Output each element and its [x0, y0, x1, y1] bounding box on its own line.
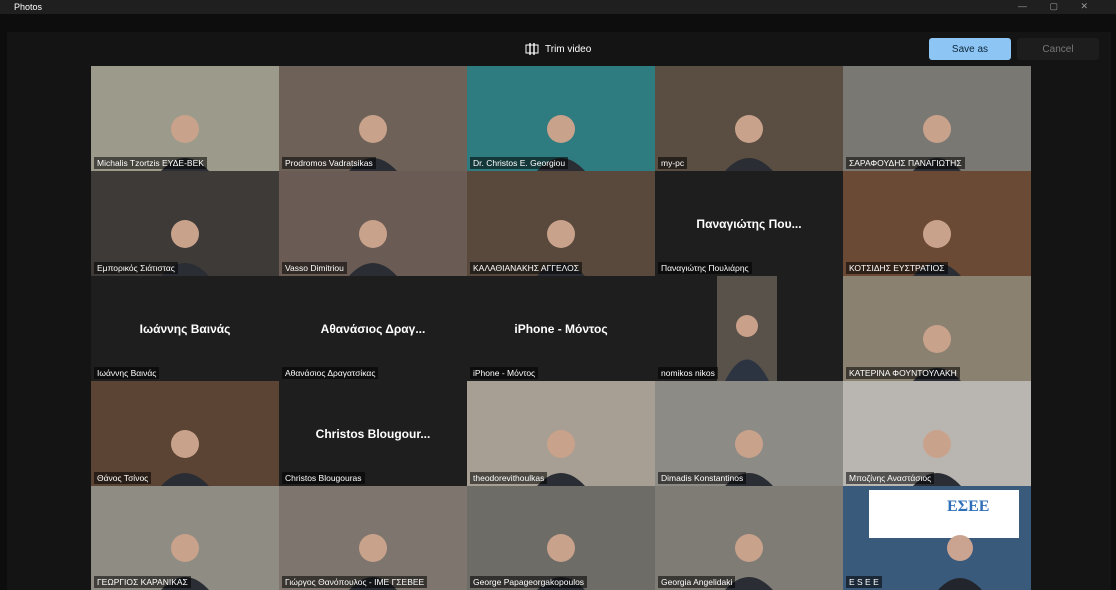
video-participant-grid: Michalis Tzortzis ΕΥΔΕ-ΒΕΚ Prodromos Vadr…	[91, 66, 1031, 590]
participant-name-label: Michalis Tzortzis ΕΥΔΕ-ΒΕΚ	[94, 157, 207, 169]
participant-tile[interactable]: Γιώργος Θανόπουλος - ΙΜΕ ΓΣΕΒΕΕ	[279, 486, 467, 590]
participant-tile[interactable]: Θάνος Τσίνος	[91, 381, 279, 486]
participant-tile[interactable]: Vasso Dimitriou	[279, 171, 467, 276]
participant-name-label: my-pc	[658, 157, 688, 169]
video-editor: Trim video Save as Cancel Michalis Tzort…	[7, 32, 1111, 590]
participant-name-label: nomikos nikos	[658, 367, 718, 379]
participant-tile[interactable]: ΚΟΤΣΙΔΗΣ ΕΥΣΤΡΑΤΙΟΣ	[843, 171, 1031, 276]
participant-tile[interactable]: nomikos nikos	[655, 276, 843, 381]
participant-tile[interactable]: Dimadis Konstantinos	[655, 381, 843, 486]
participant-name-label: Παναγιώτης Πουλιάρης	[658, 262, 752, 274]
participant-name-label: ΣΑΡΑΦΟΥΔΗΣ ΠΑΝΑΓΙΩΤΗΣ	[846, 157, 965, 169]
participant-name-label: Dr. Christos E. Georgiou	[470, 157, 569, 169]
participant-tile[interactable]: George Papageorgakopoulos	[467, 486, 655, 590]
participant-tile[interactable]: Παναγιώτης Που... Παναγιώτης Πουλιάρης	[655, 171, 843, 276]
participant-display-name: Αθανάσιος Δραγ...	[320, 322, 426, 337]
trim-icon	[525, 43, 539, 55]
participant-name-label: Ιωάννης Βαινάς	[94, 367, 160, 379]
participant-display-name: iPhone - Μόντος	[514, 322, 608, 337]
participant-tile[interactable]: Εμπορικός Σιάτιστας	[91, 171, 279, 276]
app-title: Photos	[14, 2, 43, 12]
participant-tile[interactable]: my-pc	[655, 66, 843, 171]
participant-name-label: ΓΕΩΡΓΙΟΣ ΚΑΡΑΝΙΚΑΣ	[94, 576, 191, 588]
participant-tile[interactable]: Ιωάννης Βαινάς Ιωάννης Βαινάς	[91, 276, 279, 381]
participant-name-label: Αθανάσιος Δραγατσίκας	[282, 367, 379, 379]
participant-tile[interactable]: ΣΑΡΑΦΟΥΔΗΣ ΠΑΝΑΓΙΩΤΗΣ	[843, 66, 1031, 171]
participant-name-label: Γιώργος Θανόπουλος - ΙΜΕ ΓΣΕΒΕΕ	[282, 576, 428, 588]
participant-tile[interactable]: theodorevithoulkas	[467, 381, 655, 486]
participant-name-label: theodorevithoulkas	[470, 472, 548, 484]
cancel-button[interactable]: Cancel	[1017, 38, 1099, 60]
participant-tile[interactable]: Αθανάσιος Δραγ... Αθανάσιος Δραγατσίκας	[279, 276, 467, 381]
participant-name-label: Θάνος Τσίνος	[94, 472, 152, 484]
participant-name-label: ΚΑΛΑΘΙΑΝΑΚΗΣ ΑΓΓΕΛΟΣ	[470, 262, 582, 274]
participant-video	[717, 276, 777, 381]
participant-name-label: ΚΟΤΣΙΔΗΣ ΕΥΣΤΡΑΤΙΟΣ	[846, 262, 948, 274]
participant-name-label: ΚΑΤΕΡΙΝΑ ΦΟΥΝΤΟΥΛΑΚΗ	[846, 367, 960, 379]
participant-display-name: Παναγιώτης Που...	[696, 217, 802, 232]
participant-name-label: E S E E	[846, 576, 882, 588]
participant-tile[interactable]: Christos Blougour... Christos Blougouras	[279, 381, 467, 486]
participant-name-label: Georgia Angelidaki	[658, 576, 736, 588]
participant-name-label: Dimadis Konstantinos	[658, 472, 747, 484]
participant-name-label: Μποζίνης Αναστάσιος	[846, 472, 935, 484]
participant-name-label: Εμπορικός Σιάτιστας	[94, 262, 178, 274]
participant-tile[interactable]: Prodromos Vadratsikas	[279, 66, 467, 171]
participant-tile[interactable]: ΕΣΕΕ E S E E	[843, 486, 1031, 590]
title-bar: Photos — ▢ ✕	[0, 0, 1116, 14]
participant-name-label: George Papageorgakopoulos	[470, 576, 588, 588]
trim-video-button[interactable]: Trim video	[525, 40, 591, 58]
participant-tile[interactable]: Μποζίνης Αναστάσιος	[843, 381, 1031, 486]
save-as-button[interactable]: Save as	[929, 38, 1011, 60]
participant-video	[161, 430, 209, 486]
participant-tile[interactable]: ΓΕΩΡΓΙΟΣ ΚΑΡΑΝΙΚΑΣ	[91, 486, 279, 590]
editor-toolbar: Trim video Save as Cancel	[7, 32, 1111, 64]
participant-name-label: Prodromos Vadratsikas	[282, 157, 376, 169]
participant-display-name: Christos Blougour...	[315, 427, 431, 442]
participant-display-name: Ιωάννης Βαινάς	[139, 322, 231, 337]
participant-name-label: Christos Blougouras	[282, 472, 365, 484]
window-controls[interactable]: — ▢ ✕	[1018, 1, 1098, 12]
participant-video	[937, 535, 982, 590]
participant-video	[349, 220, 397, 276]
participant-name-label: Vasso Dimitriou	[282, 262, 347, 274]
participant-video	[725, 115, 773, 171]
participant-tile[interactable]: ΚΑΤΕΡΙΝΑ ΦΟΥΝΤΟΥΛΑΚΗ	[843, 276, 1031, 381]
participant-name-label: iPhone - Μόντος	[470, 367, 539, 379]
participant-tile[interactable]: Dr. Christos E. Georgiou	[467, 66, 655, 171]
participant-tile[interactable]: iPhone - Μόντος iPhone - Μόντος	[467, 276, 655, 381]
participant-tile[interactable]: ΚΑΛΑΘΙΑΝΑΚΗΣ ΑΓΓΕΛΟΣ	[467, 171, 655, 276]
participant-tile[interactable]: Michalis Tzortzis ΕΥΔΕ-ΒΕΚ	[91, 66, 279, 171]
trim-video-label: Trim video	[545, 43, 592, 55]
participant-tile[interactable]: Georgia Angelidaki	[655, 486, 843, 590]
